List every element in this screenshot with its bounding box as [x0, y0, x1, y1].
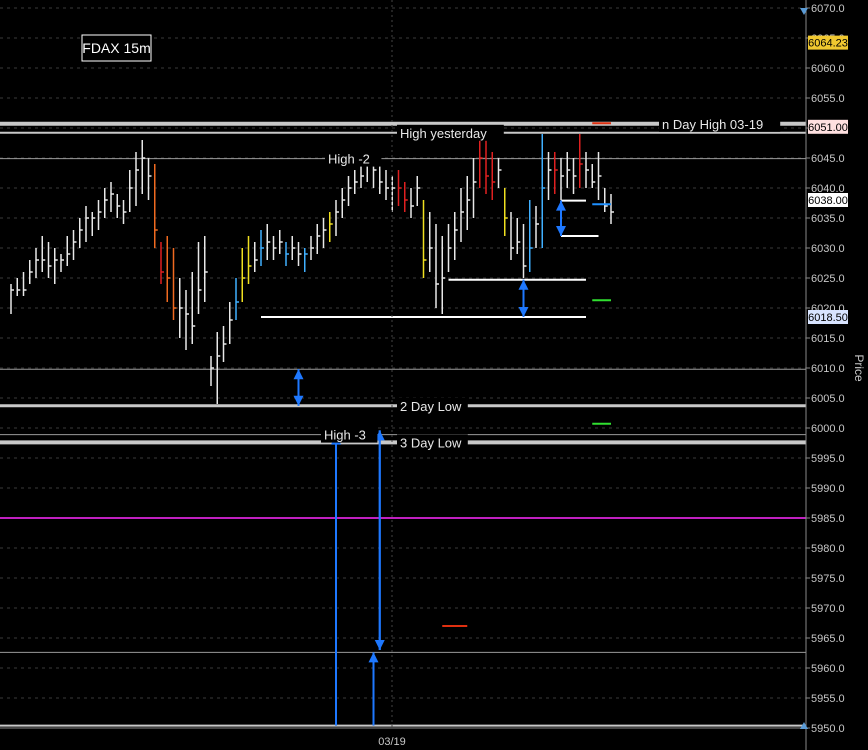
level-label: High -2	[328, 152, 370, 167]
price-tag: 6038.00	[808, 195, 848, 207]
y-tick-label: 5980.0	[811, 543, 845, 555]
y-tick-label: 5985.0	[811, 513, 845, 525]
y-tick-label: 6060.0	[811, 63, 845, 75]
y-tick-label: 6055.0	[811, 93, 845, 105]
y-tick-label: 5960.0	[811, 663, 845, 675]
y-axis-label: Price	[852, 354, 866, 382]
y-tick-label: 6015.0	[811, 333, 845, 345]
level-label: High yesterday	[400, 126, 487, 141]
chart-title: FDAX 15m	[82, 40, 150, 56]
level-label: High -3	[324, 428, 366, 443]
y-tick-label: 6030.0	[811, 243, 845, 255]
y-tick-label: 5995.0	[811, 453, 845, 465]
y-tick-label: 5975.0	[811, 573, 845, 585]
price-tag: 6051.00	[808, 122, 848, 134]
y-tick-label: 6035.0	[811, 213, 845, 225]
level-label: 3 Day Low	[400, 435, 462, 450]
y-tick-label: 5965.0	[811, 633, 845, 645]
y-tick-label: 6070.0	[811, 3, 845, 15]
y-tick-label: 5950.0	[811, 723, 845, 735]
x-tick-label: 03/19	[378, 736, 406, 748]
level-label: n Day High 03-19	[662, 117, 763, 132]
y-tick-label: 6025.0	[811, 273, 845, 285]
y-tick-label: 6000.0	[811, 423, 845, 435]
y-tick-label: 6010.0	[811, 363, 845, 375]
y-tick-label: 5990.0	[811, 483, 845, 495]
y-tick-label: 6045.0	[811, 153, 845, 165]
price-chart[interactable]: n Day High 03-19 High yesterday High -2 2 D…	[0, 0, 868, 750]
y-tick-label: 6005.0	[811, 393, 845, 405]
price-tag: 6018.50	[808, 312, 848, 324]
price-tag: 6064.23	[808, 38, 848, 50]
level-label: 2 Day Low	[400, 399, 462, 414]
y-tick-label: 5970.0	[811, 603, 845, 615]
y-tick-label: 5955.0	[811, 693, 845, 705]
